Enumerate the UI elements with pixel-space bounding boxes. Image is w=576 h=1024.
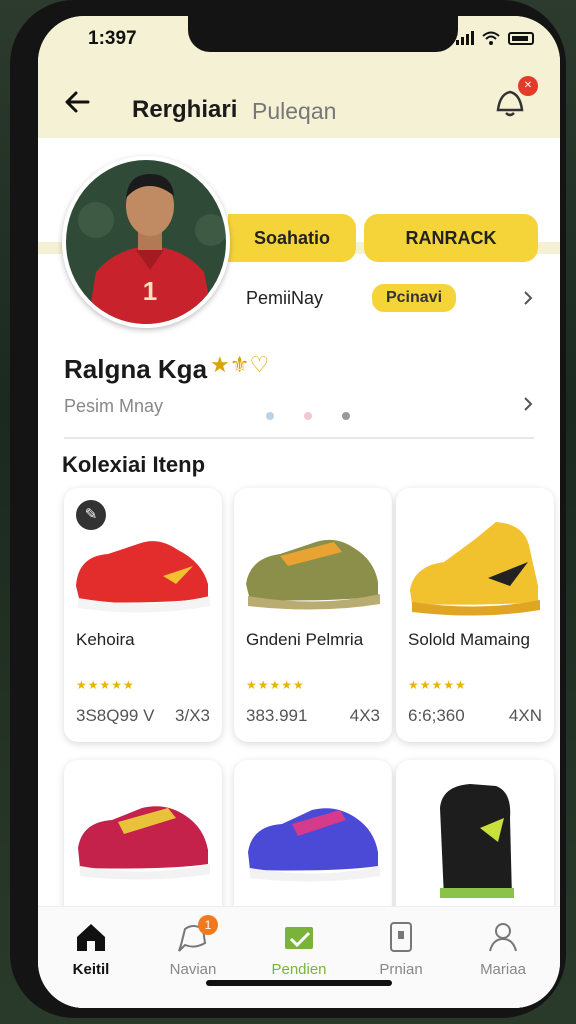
- product-name: Gndeni Pelmria: [246, 630, 364, 649]
- product-size: 3/X3: [175, 706, 210, 725]
- nav-item-home[interactable]: Keitil: [46, 919, 136, 978]
- player-name: Ralgna Kga: [64, 354, 208, 384]
- pager-dots: [266, 412, 350, 420]
- pager-dot: [342, 412, 350, 420]
- chevron-right-icon[interactable]: [520, 396, 536, 412]
- jersey-number: 1: [143, 276, 157, 306]
- product-name: Solold Mamaing: [408, 630, 530, 649]
- chevron-right-icon[interactable]: [520, 290, 536, 306]
- shoe-image: [248, 808, 380, 882]
- product-rating: ★★★★★: [246, 678, 305, 692]
- player-avatar[interactable]: 1: [62, 156, 230, 328]
- camera-notch: [188, 16, 458, 52]
- product-card[interactable]: Gndeni Pelmria ★★★★★ 383.991 4X3: [234, 488, 392, 742]
- shoe-image: [78, 806, 210, 880]
- pager-dot: [266, 412, 274, 420]
- product-size: 4X3: [349, 706, 380, 725]
- product-name: Kehoira: [76, 630, 135, 649]
- battery-icon: [508, 32, 534, 45]
- nav-item-device[interactable]: Prnian: [356, 919, 446, 978]
- nav-item-profile[interactable]: Mariaa: [458, 919, 548, 978]
- product-price: 3S8Q99 V: [76, 706, 155, 725]
- profile-row-label: PemiiNay: [246, 288, 324, 308]
- player-subtitle: Pesim Mnay: [64, 396, 164, 416]
- shoe-image: [246, 539, 380, 610]
- nav-label: Navian: [169, 961, 217, 978]
- wifi-icon: [482, 31, 500, 45]
- divider: [64, 437, 534, 439]
- back-arrow-icon[interactable]: [60, 84, 96, 120]
- shoe-image: [410, 522, 540, 616]
- shoe-image: [76, 541, 210, 613]
- nav-item-chat[interactable]: 1 Navian: [148, 915, 238, 978]
- product-rating: ★★★★★: [76, 678, 135, 692]
- status-time: 1:397: [88, 28, 137, 49]
- bottom-nav: Keitil 1 Navian Pendien Prnian Mariaa: [38, 906, 560, 1008]
- home-icon: [77, 924, 105, 951]
- phone-frame: 1:397 Rerghiari Puleqan ✕ 1 Soahatio RAN…: [10, 0, 566, 1018]
- nav-label: Mariaa: [480, 961, 526, 978]
- product-card[interactable]: ✎ Kehoira ★★★★★ 3S8Q99 V 3/X3: [64, 488, 222, 742]
- nav-label: Pendien: [271, 961, 327, 978]
- signal-icon: [456, 30, 474, 45]
- shoe-image: [440, 784, 514, 898]
- player-badge-icons: ★⚜♡: [210, 352, 270, 377]
- home-indicator[interactable]: [206, 980, 392, 986]
- product-price: 6:6;360: [408, 706, 465, 725]
- tab-ranrack[interactable]: RANRACK: [364, 214, 538, 262]
- status-icons: [456, 30, 534, 45]
- product-price: 383.991: [246, 706, 308, 725]
- notification-badge: ✕: [518, 76, 538, 96]
- app-screen: 1:397 Rerghiari Puleqan ✕ 1 Soahatio RAN…: [38, 16, 560, 1008]
- page-title: Rerghiari: [132, 96, 238, 123]
- profile-icon: [489, 923, 517, 952]
- nav-label: Prnian: [379, 961, 423, 978]
- section-title: Kolexiai Itenp: [62, 452, 206, 477]
- app-header: Rerghiari Puleqan ✕: [38, 66, 560, 138]
- nav-label: Keitil: [72, 961, 110, 978]
- nav-item-card[interactable]: Pendien: [254, 919, 344, 978]
- page-subtitle: Puleqan: [252, 98, 337, 124]
- pager-dot: [304, 412, 312, 420]
- profile-row-pill[interactable]: Pcinavi: [372, 284, 456, 312]
- nav-badge: 1: [198, 915, 218, 935]
- product-card[interactable]: Solold Mamaing ★★★★★ 6:6;360 4XN: [396, 488, 554, 742]
- device-icon: [390, 922, 412, 952]
- product-size: 4XN: [508, 706, 542, 725]
- tab-soahatio[interactable]: Soahatio: [228, 214, 356, 262]
- card-icon: [285, 927, 313, 949]
- product-rating: ★★★★★: [408, 678, 467, 692]
